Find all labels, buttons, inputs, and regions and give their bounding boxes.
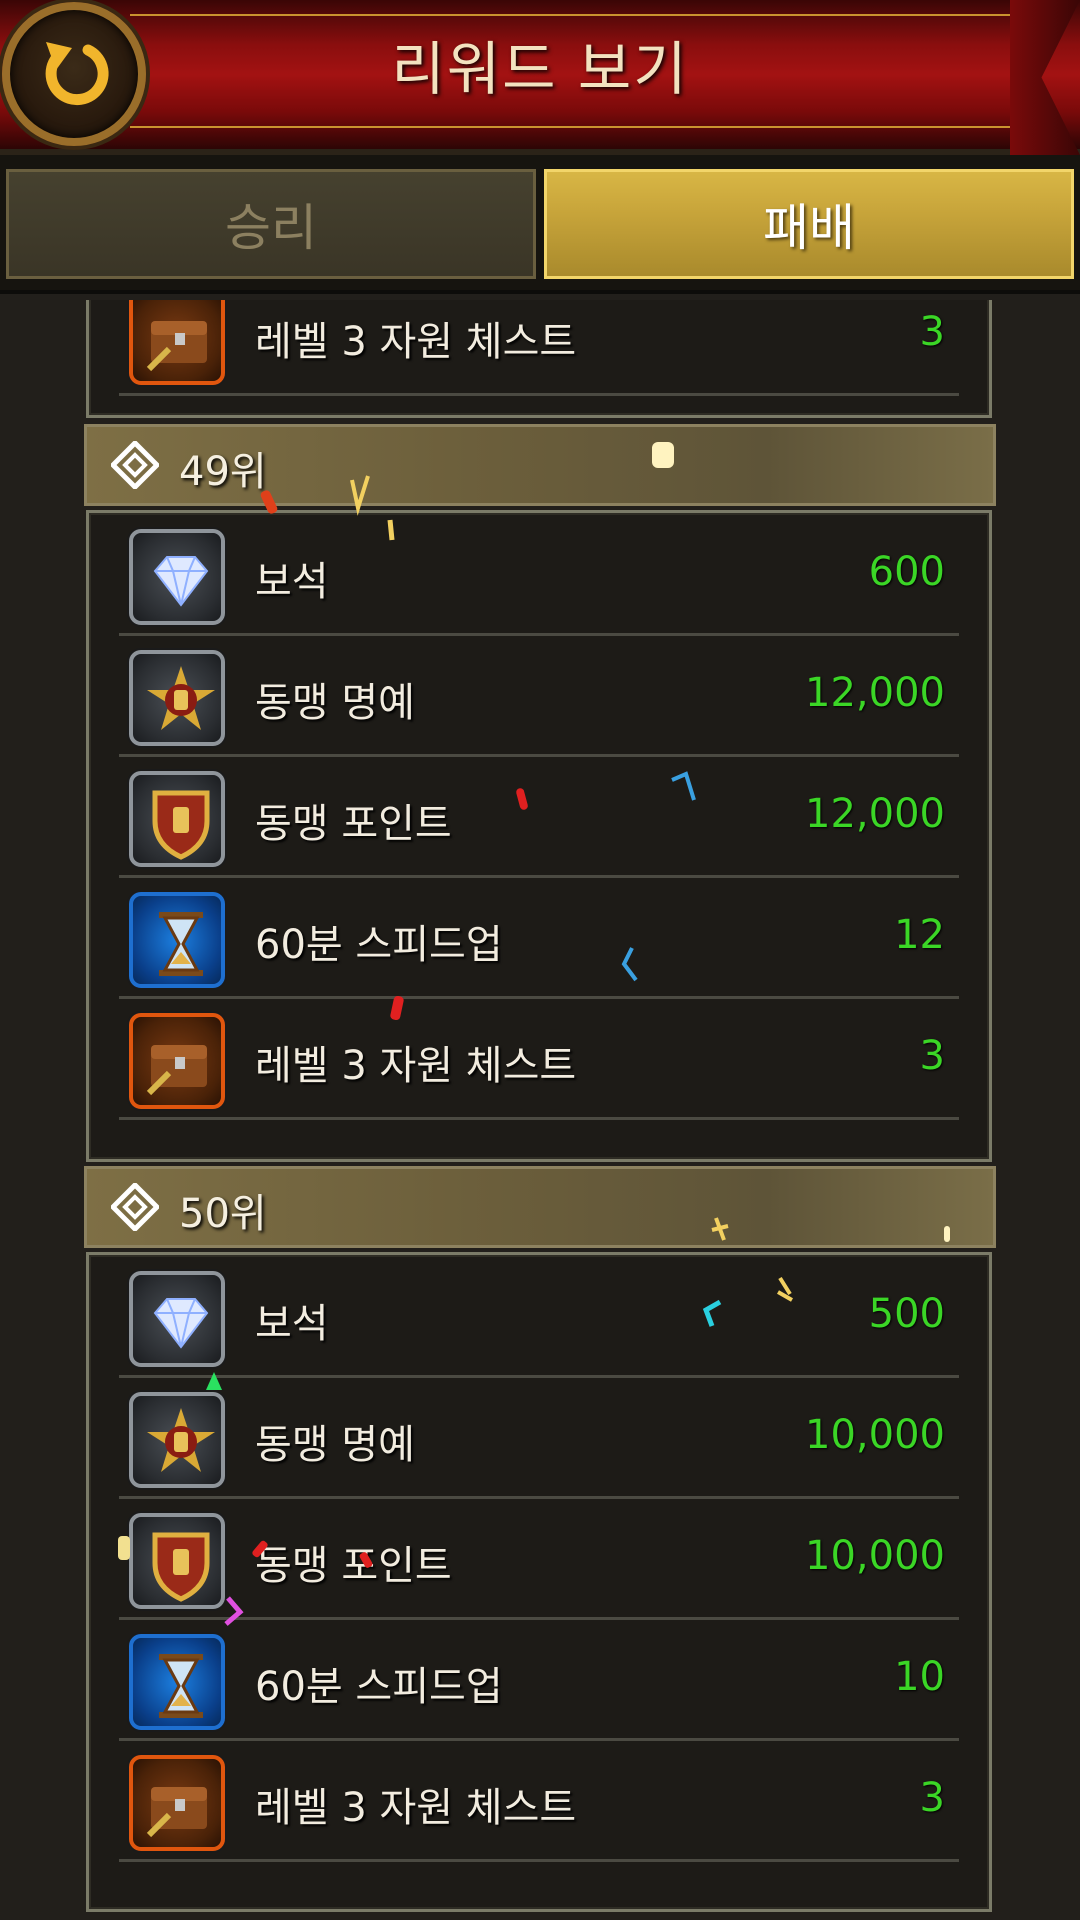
back-button[interactable] [2,2,146,146]
page-title: 리워드 보기 [391,35,689,103]
tab-defeat[interactable]: 패배 [544,169,1074,279]
header-bar: 리워드 보기 [0,0,1080,155]
back-arrow-icon [45,42,109,106]
rewards-list[interactable]: 레벨 3 자원 체스트 3 49위 보석 600 동맹 명예 12,000 동맹… [0,300,1080,1920]
tab-victory-label: 승리 [225,199,317,257]
confetti-overlay [118,442,950,1626]
tab-bar: 승리 패배 [0,155,1080,294]
tab-defeat-label: 패배 [763,199,855,257]
tab-victory[interactable]: 승리 [6,169,536,279]
